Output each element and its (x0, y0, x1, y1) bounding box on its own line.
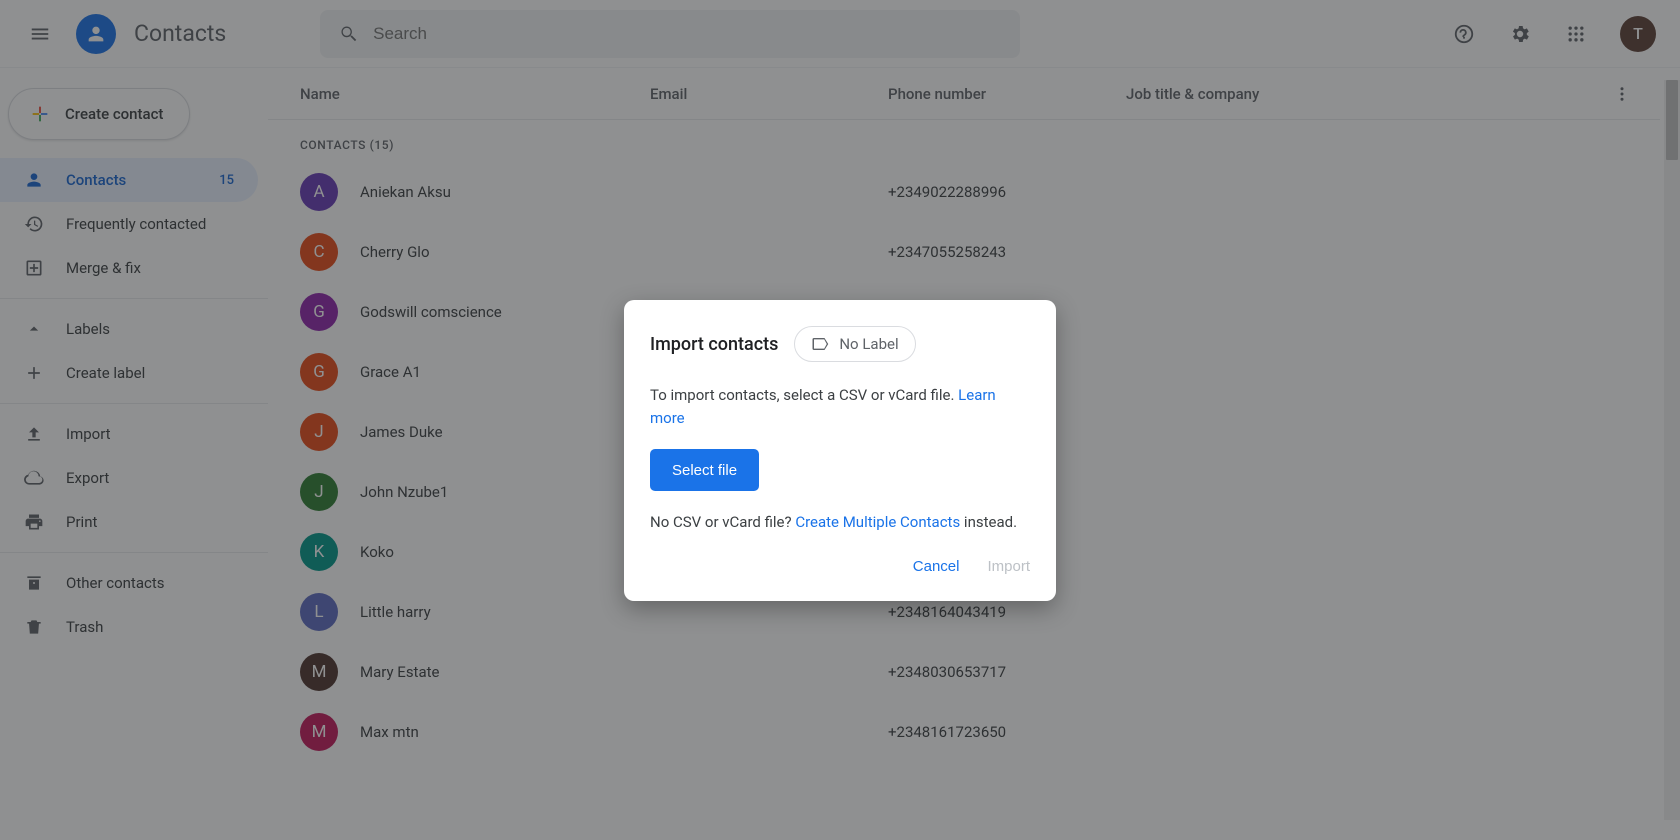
create-multiple-link[interactable]: Create Multiple Contacts (795, 513, 960, 531)
label-chip[interactable]: No Label (794, 326, 915, 362)
instead-text: instead. (960, 513, 1017, 531)
label-chip-text: No Label (839, 335, 898, 353)
no-file-text: No CSV or vCard file? (650, 513, 795, 531)
label-icon (811, 335, 829, 353)
import-button[interactable]: Import (987, 558, 1030, 575)
dialog-title: Import contacts (650, 334, 778, 355)
cancel-button[interactable]: Cancel (913, 558, 960, 575)
import-dialog: Import contacts No Label To import conta… (624, 300, 1056, 601)
dialog-body-text: To import contacts, select a CSV or vCar… (650, 386, 958, 404)
select-file-button[interactable]: Select file (650, 449, 759, 491)
modal-overlay: Import contacts No Label To import conta… (0, 0, 1680, 840)
